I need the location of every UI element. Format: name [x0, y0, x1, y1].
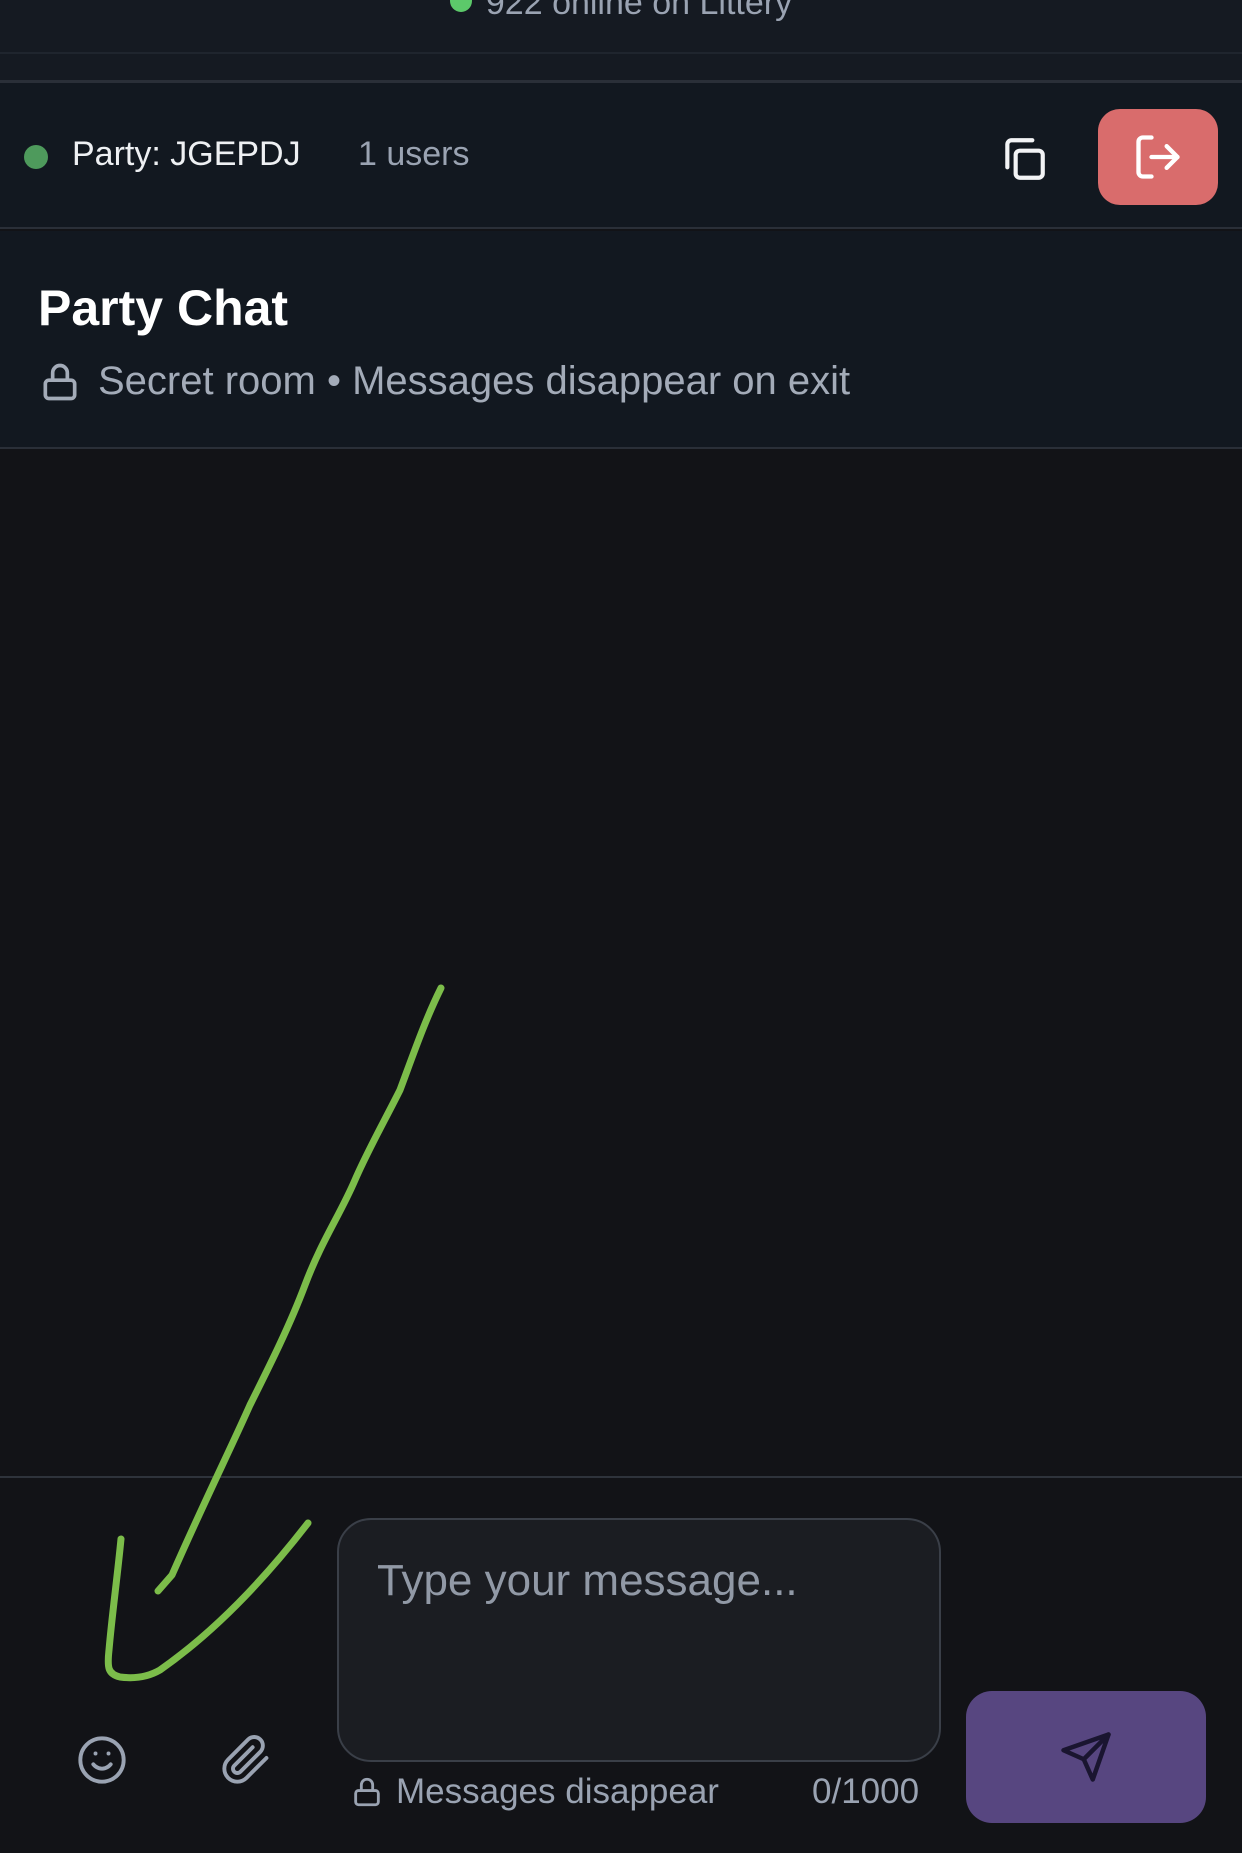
lock-icon: [43, 363, 77, 400]
chat-subtitle: Secret room • Messages disappear on exit: [38, 359, 850, 404]
chat-subtitle-text: Secret room • Messages disappear on exit: [98, 359, 851, 403]
banner-divider: [0, 52, 1242, 54]
attach-file-button[interactable]: [220, 1734, 272, 1786]
chat-header: Party Chat Secret room • Messages disapp…: [0, 231, 1242, 449]
disappear-note-text: Messages disappear: [396, 1772, 719, 1811]
party-status-dot: [24, 145, 48, 169]
online-banner: 922 online on Littery: [0, 0, 1242, 80]
online-count-text: 922 online on Littery: [485, 0, 793, 22]
party-bar: Party: JGEPDJ 1 users: [0, 83, 1242, 229]
exit-icon: [1136, 135, 1180, 179]
copy-party-code-button[interactable]: [992, 127, 1056, 191]
send-button[interactable]: [966, 1691, 1206, 1823]
online-count: 922 online on Littery: [0, 0, 1242, 23]
copy-icon: [1005, 138, 1045, 180]
paperclip-icon: [222, 1735, 269, 1784]
lock-icon: [354, 1777, 380, 1807]
party-code: Party: JGEPDJ: [72, 135, 301, 173]
party-user-count: 1 users: [358, 135, 470, 173]
emoji-button[interactable]: [76, 1734, 128, 1786]
messages-list[interactable]: [0, 451, 1242, 1476]
disappear-note: Messages disappear: [350, 1772, 719, 1812]
send-icon: [1061, 1732, 1111, 1782]
message-input[interactable]: [337, 1518, 941, 1762]
smiley-icon: [78, 1736, 126, 1784]
message-composer: Messages disappear 0/1000: [0, 1476, 1242, 1853]
party-chat-page: 922 online on Littery Party: JGEPDJ 1 us…: [0, 0, 1242, 1853]
online-indicator-dot: [449, 0, 472, 12]
chat-title: Party Chat: [38, 280, 289, 336]
leave-party-button[interactable]: [1098, 109, 1218, 205]
character-counter: 0/1000: [812, 1772, 920, 1811]
